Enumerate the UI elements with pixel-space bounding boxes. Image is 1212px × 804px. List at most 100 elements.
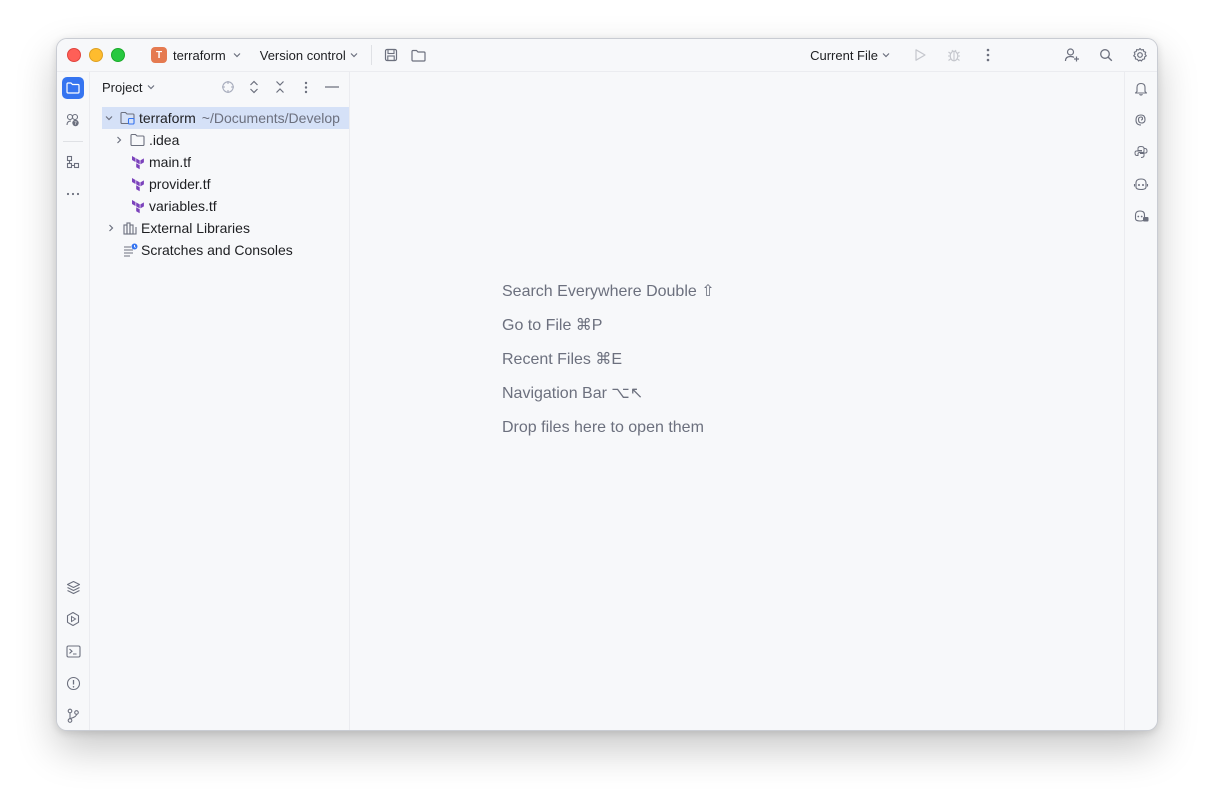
- chevron-down-icon: [882, 53, 890, 58]
- zoom-window-button[interactable]: [111, 48, 125, 62]
- terminal-icon: [65, 644, 81, 658]
- tree-item-idea[interactable]: .idea: [90, 129, 349, 151]
- tree-item-label: .idea: [149, 132, 180, 148]
- terraform-icon: [130, 176, 146, 192]
- copilot-chat-icon: [1134, 210, 1149, 222]
- bell-icon: [1134, 82, 1148, 96]
- close-window-button[interactable]: [67, 48, 81, 62]
- panel-options-button[interactable]: [297, 78, 315, 96]
- copilot-chat-tool-button[interactable]: [1130, 205, 1152, 227]
- hint-go-to-file: Go to File ⌘P: [502, 317, 603, 334]
- vcs-label: Version control: [259, 47, 346, 63]
- tree-item-label: External Libraries: [141, 220, 250, 236]
- project-badge: T: [151, 47, 167, 63]
- tree-item-external-libraries[interactable]: External Libraries: [90, 217, 349, 239]
- collapse-all-button[interactable]: [271, 78, 289, 96]
- tree-item-terraform[interactable]: terraform ~/Documents/Develop: [102, 107, 349, 129]
- services-icon: ?: [66, 113, 79, 127]
- expand-all-button[interactable]: [245, 78, 263, 96]
- svg-text:?: ?: [74, 121, 77, 127]
- more-vertical-icon: [986, 48, 990, 62]
- tree-item-label: variables.tf: [149, 198, 217, 214]
- structure-icon: [66, 155, 80, 169]
- run-services-tool-button[interactable]: [62, 608, 84, 630]
- project-widget[interactable]: T terraform: [151, 47, 242, 63]
- save-icon: [384, 48, 397, 62]
- project-view-selector[interactable]: Project: [102, 80, 156, 95]
- toolbar-right: Current File: [810, 39, 1157, 71]
- notifications-tool-button[interactable]: [1130, 77, 1152, 99]
- settings-button[interactable]: [1131, 46, 1149, 64]
- add-user-icon: [1064, 48, 1079, 62]
- toolbar-separator: [370, 45, 372, 65]
- folder-icon: [411, 49, 426, 62]
- run-button[interactable]: [911, 46, 929, 64]
- tree-item-label: Scratches and Consoles: [141, 242, 293, 258]
- tree-item-label: terraform: [139, 110, 196, 126]
- collapse-all-icon: [276, 81, 284, 93]
- tree-item-provider-tf[interactable]: provider.tf: [90, 173, 349, 195]
- terraform-icon: [130, 198, 146, 214]
- project-name: terraform: [173, 47, 226, 63]
- services-tool-button[interactable]: ?: [62, 109, 84, 131]
- hint-recent-files: Recent Files ⌘E: [502, 351, 623, 368]
- folder-icon: [66, 82, 80, 94]
- left-toolbar-strip: ?: [57, 72, 90, 730]
- git-tool-button[interactable]: [62, 704, 84, 726]
- ai-assistant-tool-button[interactable]: [1130, 109, 1152, 131]
- search-icon: [1100, 49, 1113, 62]
- collapse-arrow-icon[interactable]: [104, 221, 118, 235]
- project-tool-window: Project terraform ~/Documents/Develop .i…: [90, 72, 350, 730]
- tree-item-main-tf[interactable]: main.tf: [90, 151, 349, 173]
- chevron-down-icon: [233, 53, 241, 58]
- editor-area[interactable]: Search Everywhere Double ⇧ Go to File ⌘P…: [350, 72, 1124, 730]
- code-with-me-button[interactable]: [1063, 46, 1081, 64]
- tree-item-label: provider.tf: [149, 176, 211, 192]
- minimize-window-button[interactable]: [89, 48, 103, 62]
- copilot-tool-button[interactable]: [1130, 173, 1152, 195]
- version-control-widget[interactable]: Version control: [260, 48, 359, 63]
- debug-button[interactable]: [945, 46, 963, 64]
- expand-arrow-icon[interactable]: [102, 111, 116, 125]
- tree-item-label: main.tf: [149, 154, 192, 170]
- run-configuration-selector[interactable]: Current File: [810, 48, 891, 63]
- project-tree: terraform ~/Documents/Develop .idea main…: [90, 107, 349, 261]
- chevron-down-icon: [148, 85, 155, 90]
- problems-tool-button[interactable]: [62, 672, 84, 694]
- project-tool-button[interactable]: [62, 77, 84, 99]
- search-everywhere-button[interactable]: [1097, 46, 1115, 64]
- title-bar: T terraform Version control Current File: [57, 39, 1157, 72]
- library-icon: [122, 220, 138, 236]
- expand-all-icon: [250, 80, 258, 94]
- copilot-icon: [1133, 178, 1149, 191]
- right-toolbar-strip: [1124, 72, 1157, 730]
- open-folder-button[interactable]: [410, 46, 428, 64]
- save-all-button[interactable]: [382, 46, 400, 64]
- chevron-down-icon: [350, 53, 358, 58]
- python-console-tool-button[interactable]: [1130, 141, 1152, 163]
- module-folder-icon: [120, 110, 136, 126]
- bug-icon: [948, 49, 960, 62]
- run-hexagon-icon: [66, 611, 80, 627]
- gear-icon: [1133, 47, 1147, 62]
- tree-item-variables-tf[interactable]: variables.tf: [90, 195, 349, 217]
- warning-circle-icon: [66, 676, 80, 690]
- structure-tool-button[interactable]: [62, 151, 84, 173]
- editor-empty-hints: Search Everywhere Double ⇧ Go to File ⌘P…: [502, 281, 715, 451]
- hide-panel-button[interactable]: [323, 78, 341, 96]
- layers-tool-button[interactable]: [62, 576, 84, 598]
- hint-navigation-bar: Navigation Bar ⌥↖: [502, 385, 644, 402]
- more-actions-button[interactable]: [979, 46, 997, 64]
- python-icon: [1134, 145, 1148, 158]
- more-horizontal-icon: [66, 192, 80, 196]
- more-vertical-icon: [304, 81, 308, 93]
- more-tool-windows-button[interactable]: [62, 183, 84, 205]
- tree-item-scratches[interactable]: Scratches and Consoles: [90, 239, 349, 261]
- collapse-arrow-icon[interactable]: [112, 133, 126, 147]
- spiral-icon: [1135, 114, 1146, 126]
- folder-icon: [130, 132, 146, 148]
- terminal-tool-button[interactable]: [62, 640, 84, 662]
- terraform-icon: [130, 154, 146, 170]
- select-opened-file-button[interactable]: [219, 78, 237, 96]
- strip-separator: [63, 141, 83, 142]
